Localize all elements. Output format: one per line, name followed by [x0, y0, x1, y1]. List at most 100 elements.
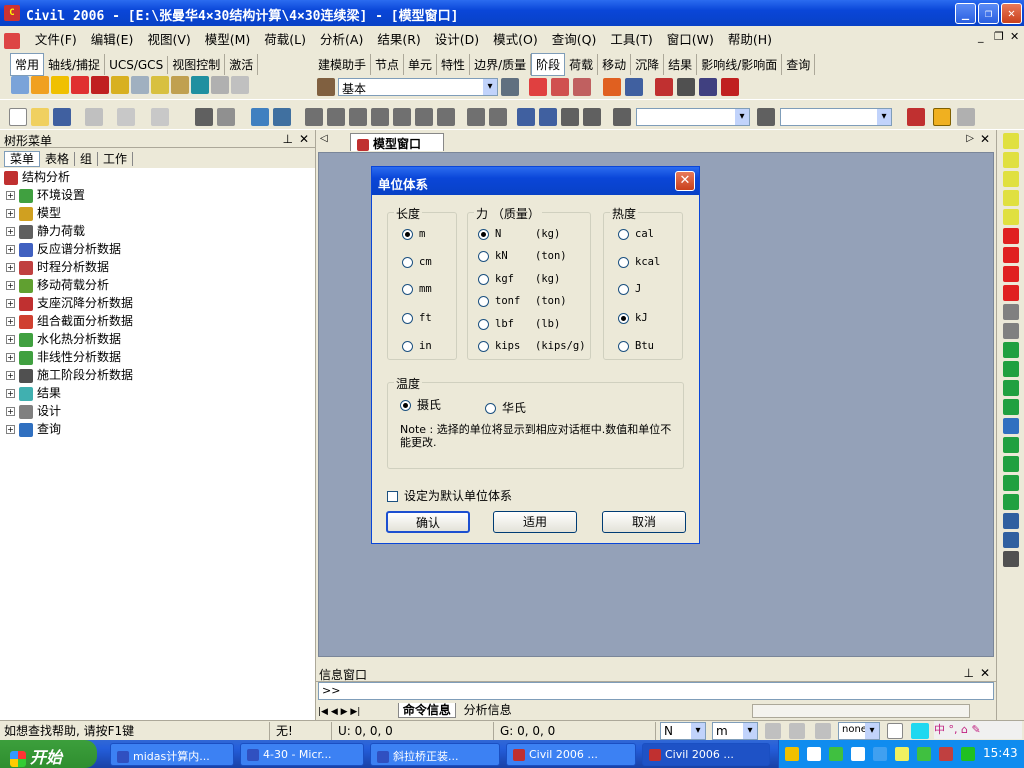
view-front-icon[interactable]: [305, 108, 323, 126]
expand-icon[interactable]: +: [6, 353, 15, 362]
view-top-right-icon[interactable]: [1002, 380, 1019, 396]
tab-node[interactable]: 节点: [371, 54, 405, 75]
network-icon[interactable]: [873, 747, 887, 761]
doc-restore-button[interactable]: ❐: [994, 30, 1004, 43]
tree-node-icon[interactable]: [151, 76, 169, 94]
save-icon[interactable]: [53, 108, 71, 126]
new-file-icon[interactable]: [9, 108, 27, 126]
pin-icon[interactable]: ⊥: [283, 132, 293, 146]
monitor-icon[interactable]: [191, 76, 209, 94]
tab-settlement[interactable]: 沉降: [631, 54, 665, 75]
tab-table[interactable]: 表格: [40, 152, 76, 166]
pointer-multi-icon[interactable]: [539, 108, 557, 126]
temp-load-icon[interactable]: [699, 78, 717, 96]
element-icon[interactable]: [111, 76, 129, 94]
tab-model-window[interactable]: 模型窗口: [350, 133, 444, 151]
prestress-icon[interactable]: [721, 78, 739, 96]
tree-item[interactable]: + 静力荷载: [0, 222, 315, 240]
solid-icon[interactable]: [91, 76, 109, 94]
rotate-icon[interactable]: [437, 108, 455, 126]
taskbar-item-active[interactable]: Civil 2006 ...: [642, 743, 770, 766]
volume-icon[interactable]: [851, 747, 865, 761]
tab-moving[interactable]: 移动: [598, 54, 632, 75]
tab-element[interactable]: 单元: [404, 54, 438, 75]
expand-icon[interactable]: +: [6, 209, 15, 218]
taskbar-item[interactable]: 4-30 - Micr...: [240, 743, 364, 766]
tree-item[interactable]: + 非线性分析数据: [0, 348, 315, 366]
tab-query[interactable]: 查询: [782, 54, 816, 75]
force-option-kips[interactable]: kips (kips/g): [478, 340, 586, 352]
grid-icon[interactable]: [131, 76, 149, 94]
info-nav-icons[interactable]: |◀ ◀ ▶ ▶|: [318, 707, 394, 717]
zoom-all-icon[interactable]: [1002, 209, 1019, 225]
length-option-m[interactable]: m: [402, 228, 425, 240]
print-preview-icon[interactable]: [217, 108, 235, 126]
taskbar-item[interactable]: 斜拉桥正装...: [370, 743, 500, 766]
tray-icon-3[interactable]: [829, 747, 843, 761]
tree-item[interactable]: + 组合截面分析数据: [0, 312, 315, 330]
tab-scroll-left-icon[interactable]: ◁: [320, 133, 328, 144]
axis-icon[interactable]: [211, 76, 229, 94]
menu-help[interactable]: 帮助(H): [721, 26, 779, 51]
tab-modeling-wizard[interactable]: 建模助手: [314, 54, 372, 75]
menu-window[interactable]: 窗口(W): [660, 26, 721, 51]
box-icon[interactable]: [71, 76, 89, 94]
play-icon[interactable]: [815, 723, 831, 739]
view-box-icon[interactable]: [415, 108, 433, 126]
menu-file[interactable]: 文件(F): [28, 26, 84, 51]
attribute-icon[interactable]: [171, 76, 189, 94]
tree-item[interactable]: + 水化热分析数据: [0, 330, 315, 348]
redo-icon[interactable]: [151, 108, 169, 126]
force-option-kn[interactable]: kN (ton): [478, 250, 567, 262]
tree-select-icon[interactable]: [757, 108, 775, 126]
horizontal-scrollbar[interactable]: [751, 703, 970, 718]
tab-ucs-gcs[interactable]: UCS/GCS: [105, 56, 169, 74]
length-option-cm[interactable]: cm: [402, 256, 432, 268]
tab-activate[interactable]: 激活: [225, 54, 259, 75]
view-iso-right-icon[interactable]: [1002, 342, 1019, 358]
start-button[interactable]: 开始: [0, 740, 97, 768]
pan-left-icon[interactable]: [1002, 228, 1019, 244]
select-node-icon[interactable]: [251, 108, 269, 126]
menu-load[interactable]: 荷载(L): [257, 26, 313, 51]
tendon-icon[interactable]: [603, 78, 621, 96]
apply-button[interactable]: 适用: [493, 511, 577, 533]
tree-item[interactable]: + 设计: [0, 402, 315, 420]
zoom-in-icon[interactable]: [1002, 171, 1019, 187]
menu-analysis[interactable]: 分析(A): [313, 26, 370, 51]
arrow-icon[interactable]: [907, 108, 925, 126]
tab-axis-snap[interactable]: 轴线/捕捉: [44, 54, 106, 75]
force-option-lbf[interactable]: lbf (lb): [478, 318, 560, 330]
stage-combo[interactable]: 基本: [338, 78, 498, 96]
tree-item[interactable]: + 时程分析数据: [0, 258, 315, 276]
heat-option-j[interactable]: J: [618, 283, 641, 295]
heat-option-kcal[interactable]: kcal: [618, 256, 660, 268]
expand-icon[interactable]: +: [6, 227, 15, 236]
menu-model[interactable]: 模型(M): [198, 26, 258, 51]
menu-edit[interactable]: 编辑(E): [84, 26, 141, 51]
heat-option-cal[interactable]: cal: [618, 228, 654, 240]
tray-icon-2[interactable]: [807, 747, 821, 761]
color-icon[interactable]: [911, 723, 929, 739]
length-option-in[interactable]: in: [402, 340, 432, 352]
tab-view-control[interactable]: 视图控制: [168, 54, 226, 75]
help-icon[interactable]: [887, 723, 903, 739]
pan-up-icon[interactable]: [1002, 266, 1019, 282]
expand-icon[interactable]: +: [6, 191, 15, 200]
tree-item[interactable]: + 反应谱分析数据: [0, 240, 315, 258]
lock-icon[interactable]: [933, 108, 951, 126]
rotate-left-icon[interactable]: [1002, 437, 1019, 453]
tree-item[interactable]: + 支座沉降分析数据: [0, 294, 315, 312]
command-input[interactable]: >>: [318, 682, 994, 700]
tray-icon-1[interactable]: [785, 747, 799, 761]
snap-icon[interactable]: [231, 76, 249, 94]
view-3d-icon[interactable]: [393, 108, 411, 126]
info-pin-icon[interactable]: ⊥: [964, 666, 974, 680]
pointer-icon[interactable]: [517, 108, 535, 126]
taskbar-item[interactable]: midas计算内...: [110, 743, 234, 766]
unit-tool-icon[interactable]: [765, 723, 781, 739]
pan-icon[interactable]: [561, 108, 579, 126]
tree-item[interactable]: + 模型: [0, 204, 315, 222]
filter-select[interactable]: none: [838, 722, 880, 740]
tree-item[interactable]: + 查询: [0, 420, 315, 438]
